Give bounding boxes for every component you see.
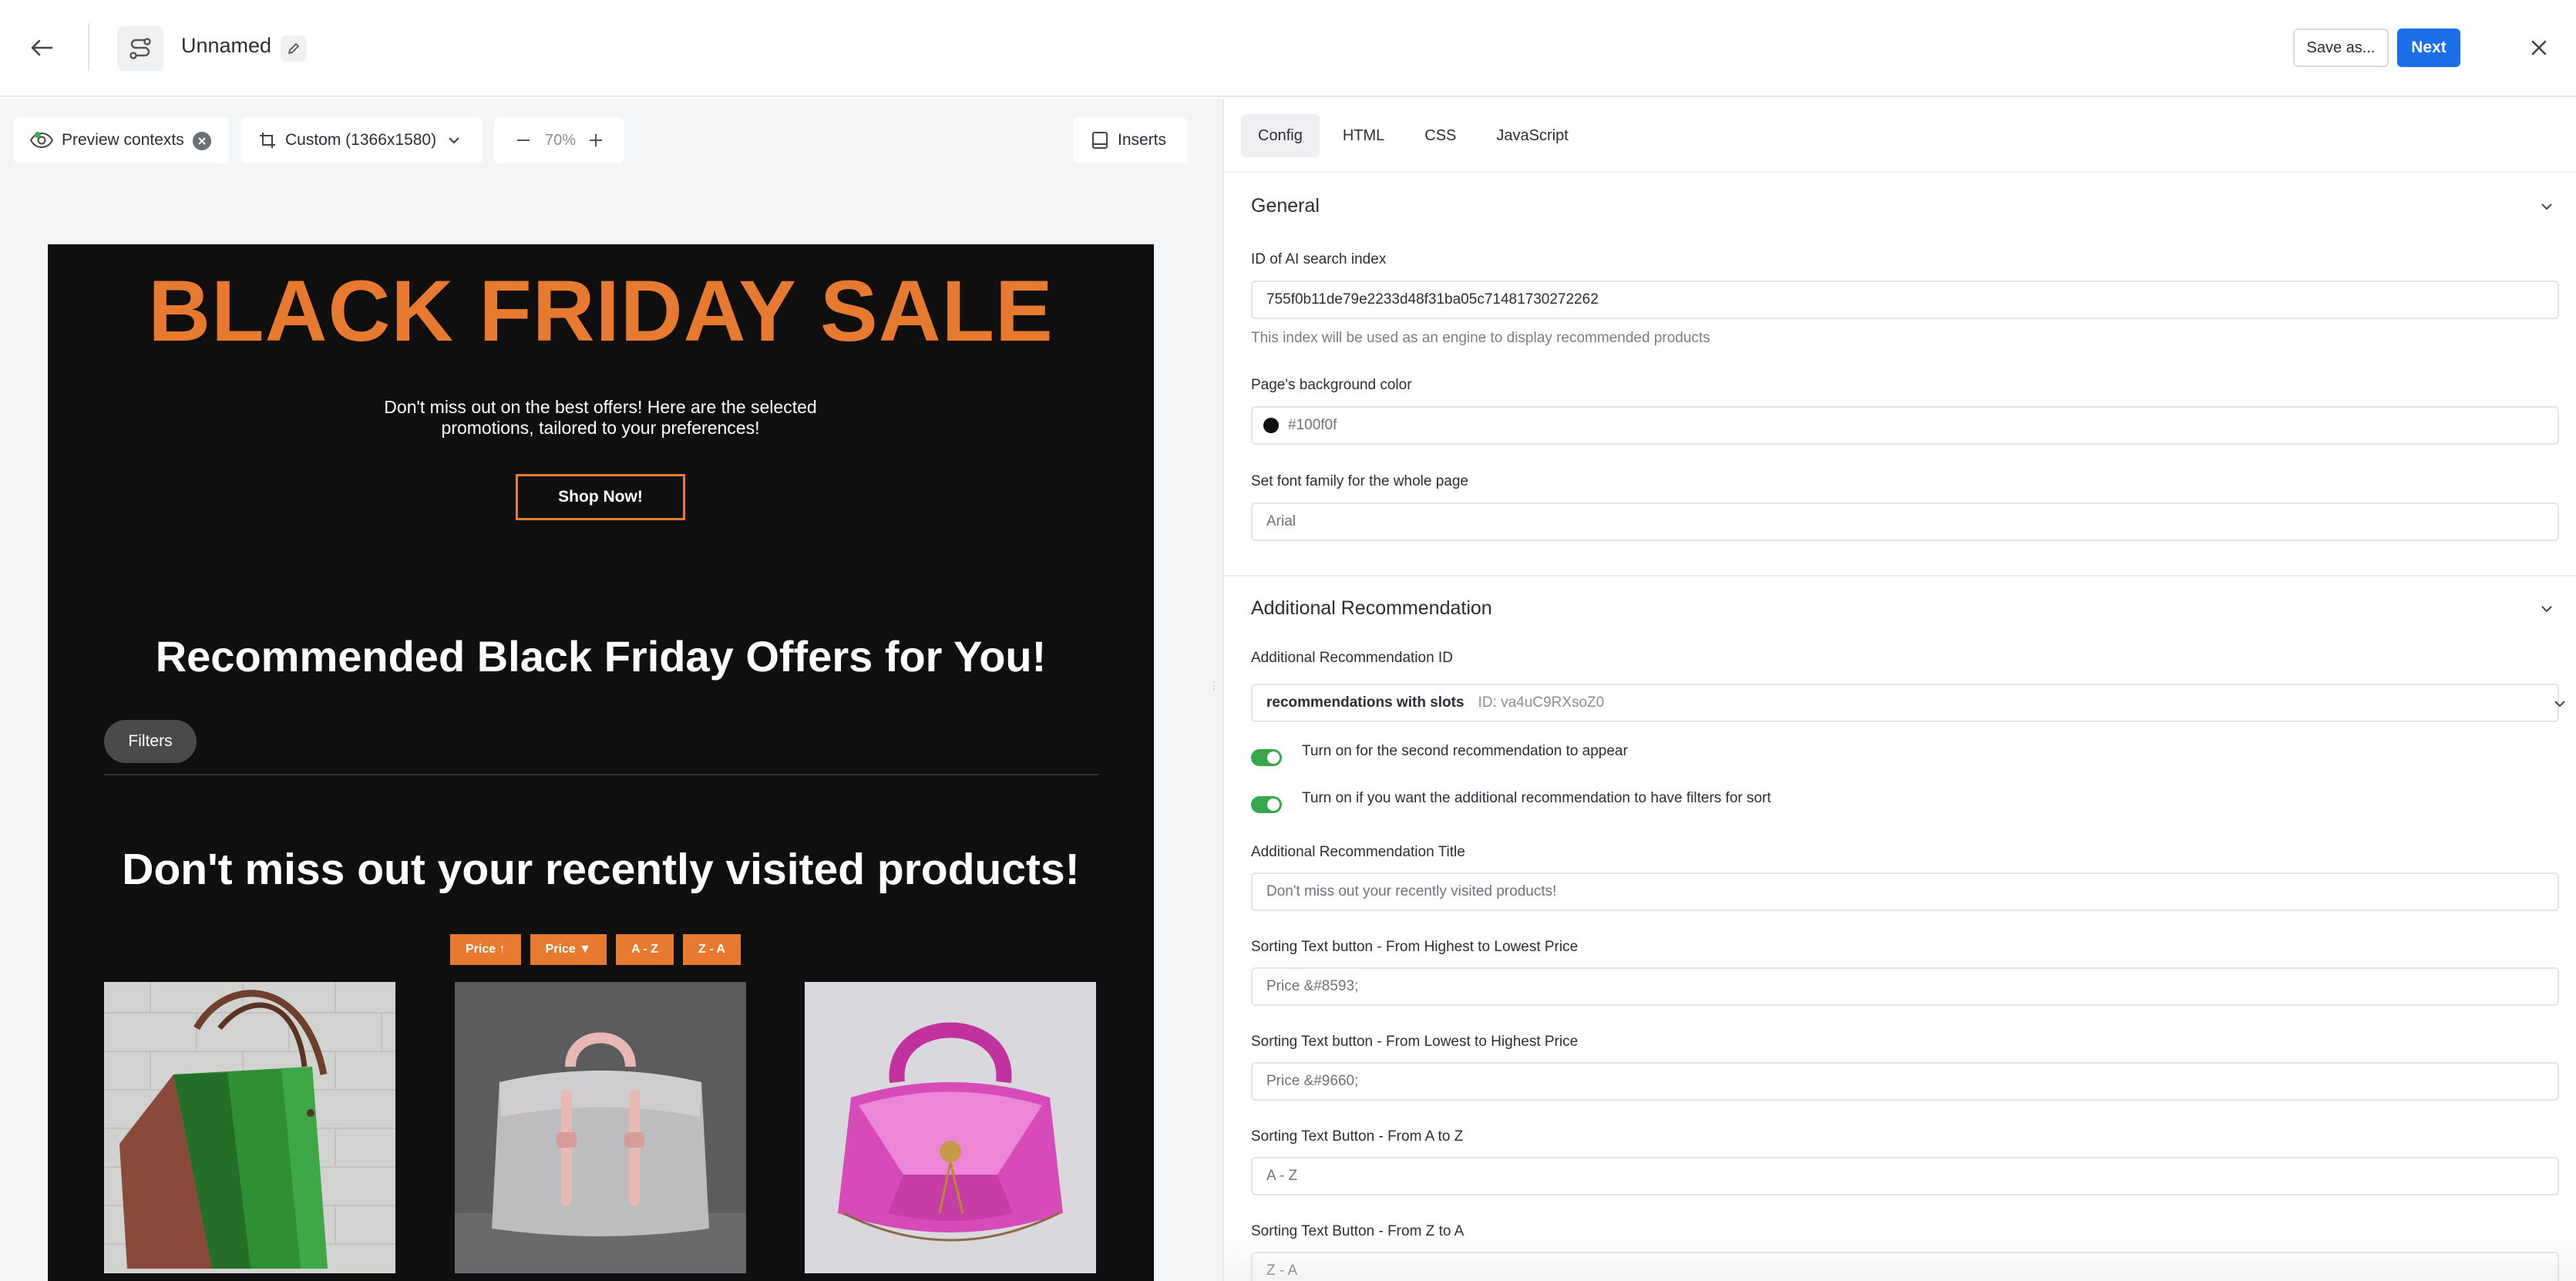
general-section-title[interactable]: General (1251, 195, 1320, 217)
ai-index-label: ID of AI search index (1251, 251, 1387, 267)
rec-id-id: ID: va4uC9RXsoZ0 (1478, 694, 1605, 711)
second-recommendation-label: Turn on for the second recommendation to… (1302, 743, 1628, 759)
tab-config[interactable]: Config (1241, 114, 1320, 157)
hero-title: BLACK FRIDAY SALE (148, 263, 1054, 359)
filters-sort-toggle[interactable] (1251, 796, 1282, 813)
sort-low-high-input[interactable]: Price &#9660; (1251, 1062, 2559, 1101)
tabs-divider (1224, 171, 2576, 173)
recently-visited-title: Don't miss out your recently visited pro… (122, 845, 1080, 894)
recommended-offers-title: Recommended Black Friday Offers for You! (155, 632, 1047, 681)
section-divider (104, 774, 1098, 775)
font-family-input[interactable]: Arial (1251, 503, 2559, 541)
book-icon (1092, 132, 1108, 149)
clear-preview-contexts-button[interactable] (193, 132, 211, 150)
preview-contexts-toggle[interactable]: Preview contexts (14, 117, 229, 163)
inserts-button[interactable]: Inserts (1073, 117, 1187, 163)
header-divider (88, 23, 89, 71)
bg-color-value: #100f0f (1288, 417, 1337, 433)
font-family-label: Set font family for the whole page (1251, 473, 1468, 489)
tab-javascript[interactable]: JavaScript (1479, 114, 1585, 157)
eye-icon (29, 132, 54, 149)
product-image-pink-handbag (805, 982, 1096, 1273)
sort-price-asc-button[interactable]: Price ↑ (450, 934, 521, 965)
rec-title-input[interactable]: Don't miss out your recently visited pro… (1251, 872, 2559, 911)
viewport-size-label: Custom (1366x1580) (285, 131, 437, 149)
section-separator (1224, 575, 2576, 577)
zoom-in-button[interactable] (582, 126, 610, 154)
hero-subtitle: Don't miss out on the best offers! Here … (384, 397, 817, 438)
config-pane: Config HTML CSS JavaScript General ID of… (1224, 99, 2576, 1281)
color-swatch[interactable] (1263, 418, 1279, 433)
product-image-green-tote (104, 982, 395, 1273)
route-icon (129, 38, 151, 59)
sort-z-a-input[interactable]: Z - A (1251, 1252, 2559, 1281)
pencil-icon (288, 43, 299, 54)
preview-pane: Preview contexts Custom (1366x1580) 70% … (0, 99, 1223, 1281)
sort-z-a-button[interactable]: Z - A (682, 934, 741, 965)
bg-color-label: Page's background color (1251, 377, 1412, 393)
sort-a-z-label: Sorting Text Button - From A to Z (1251, 1128, 1464, 1145)
additional-section-title[interactable]: Additional Recommendation (1251, 597, 1492, 620)
chevron-down-icon[interactable] (2539, 197, 2554, 216)
sort-z-a-label: Sorting Text Button - From Z to A (1251, 1223, 1465, 1239)
sort-high-low-label: Sorting Text button - From Highest to Lo… (1251, 939, 1579, 955)
minus-icon (517, 140, 530, 141)
rec-title-label: Additional Recommendation Title (1251, 844, 1465, 860)
close-button[interactable] (2522, 29, 2556, 66)
second-recommendation-toggle[interactable] (1251, 749, 1282, 766)
product-card-1[interactable] (104, 982, 395, 1273)
top-bar: Unnamed Save as... Next (0, 0, 2576, 97)
filters-sort-label: Turn on if you want the additional recom… (1302, 790, 1771, 806)
close-icon (198, 137, 206, 145)
zoom-control: 70% (494, 117, 624, 163)
ai-index-input[interactable]: 755f0b11de79e2233d48f31ba05c714817302722… (1251, 281, 2559, 319)
chevron-down-icon (449, 137, 459, 144)
rec-id-value: recommendations with slots (1266, 694, 1465, 711)
product-card-3[interactable] (805, 982, 1096, 1273)
back-button[interactable] (20, 29, 63, 66)
editor-tabs: Config HTML CSS JavaScript (1241, 114, 1586, 157)
close-icon (2531, 40, 2547, 55)
sort-low-high-label: Sorting Text button - From Lowest to Hig… (1251, 1034, 1579, 1050)
tab-html[interactable]: HTML (1326, 114, 1401, 157)
rec-id-label: Additional Recommendation ID (1251, 650, 1453, 666)
arrow-left-icon (31, 39, 53, 56)
crop-icon (260, 133, 275, 148)
sort-a-z-input[interactable]: A - Z (1251, 1157, 2559, 1195)
template-name: Unnamed (181, 34, 272, 57)
ai-index-help: This index will be used as an engine to … (1251, 330, 1710, 346)
product-card-2[interactable] (455, 982, 746, 1273)
preview-contexts-label: Preview contexts (62, 131, 184, 149)
shop-now-button[interactable]: Shop Now! (516, 474, 685, 520)
bg-color-input[interactable]: #100f0f (1251, 406, 2559, 445)
inserts-label: Inserts (1118, 131, 1167, 149)
chevron-down-icon[interactable] (2539, 600, 2554, 618)
tab-css[interactable]: CSS (1407, 114, 1473, 157)
sort-price-desc-button[interactable]: Price ▼ (530, 934, 607, 965)
next-button[interactable]: Next (2397, 29, 2460, 67)
zoom-out-button[interactable] (509, 126, 537, 154)
sort-high-low-input[interactable]: Price &#8593; (1251, 967, 2559, 1006)
save-as-button[interactable]: Save as... (2293, 29, 2389, 67)
product-image-grey-handbag (455, 982, 746, 1273)
plus-icon (590, 134, 602, 146)
viewport-size-select[interactable]: Custom (1366x1580) (240, 117, 483, 163)
filters-button[interactable]: Filters (104, 720, 197, 763)
email-preview-canvas: BLACK FRIDAY SALE Don't miss out on the … (48, 244, 1154, 1281)
chevron-down-icon (2554, 701, 2565, 708)
zoom-level: 70% (544, 131, 577, 149)
sort-a-z-button[interactable]: A - Z (616, 934, 674, 965)
resize-grip-icon[interactable]: ⋮ (1209, 680, 1219, 700)
sort-buttons: Price ↑ Price ▼ A - Z Z - A (450, 934, 741, 965)
rec-id-select[interactable]: recommendations with slots ID: va4uC9RXs… (1251, 684, 2565, 722)
template-type-icon (117, 26, 163, 71)
rename-button[interactable] (281, 35, 307, 62)
